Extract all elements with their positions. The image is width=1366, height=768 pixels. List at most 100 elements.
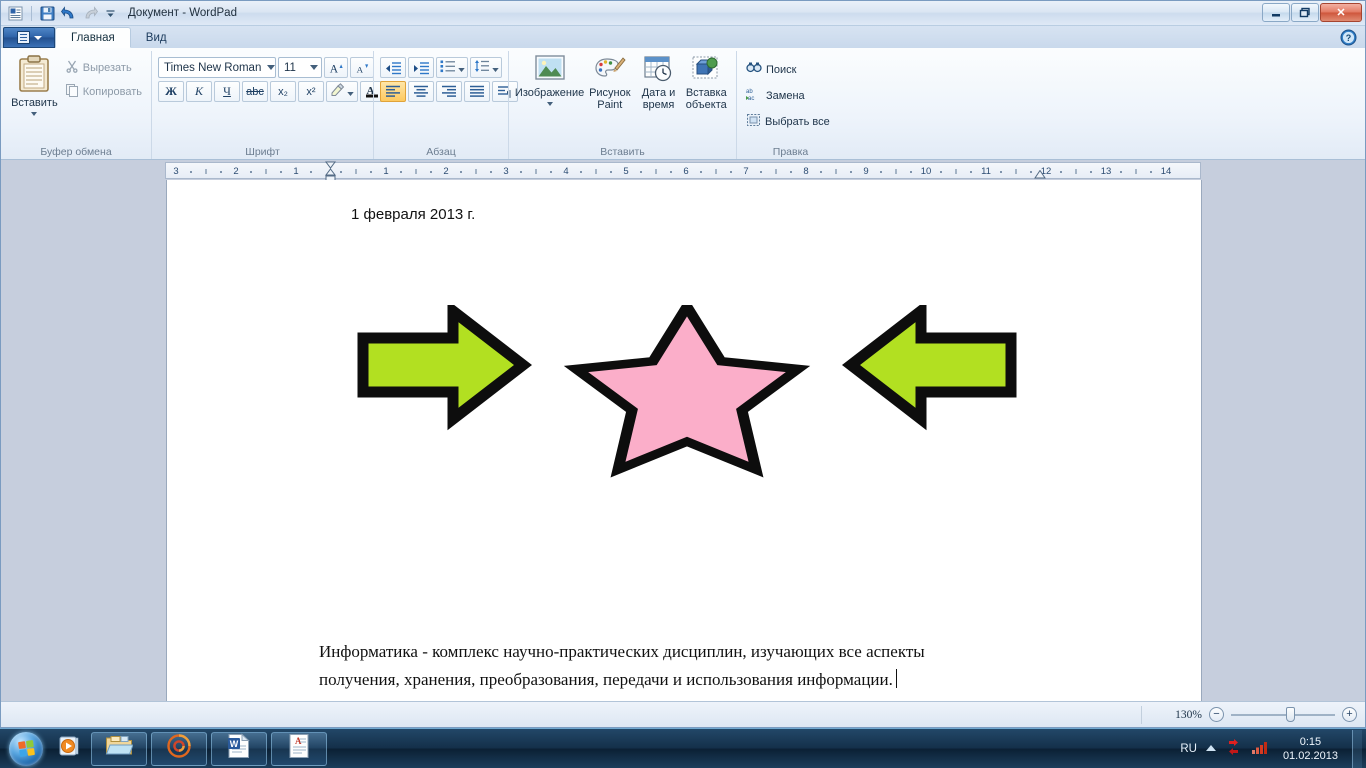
shapes-group[interactable] [357, 296, 1017, 485]
find-label: Поиск [766, 63, 797, 76]
undo-icon[interactable] [60, 5, 77, 22]
picture-icon [534, 55, 566, 86]
zoom-slider-thumb[interactable] [1286, 707, 1295, 722]
cut-button[interactable]: Вырезать [62, 57, 145, 78]
ruler[interactable]: 3 2 1 1 2 3 4 5 6 7 8 9 10 11 12 13 14 [165, 161, 1201, 181]
select-all-button[interactable]: Выбрать все [743, 111, 833, 132]
select-all-label: Выбрать все [765, 115, 830, 128]
find-icon [746, 61, 762, 78]
help-icon[interactable]: ? [1340, 29, 1357, 46]
clock[interactable]: 0:15 01.02.2013 [1277, 735, 1344, 763]
chevron-down-icon[interactable] [307, 65, 321, 70]
wordpad-icon: A [287, 733, 311, 764]
svg-text:A: A [295, 736, 302, 746]
increase-indent-button[interactable] [408, 57, 434, 78]
find-button[interactable]: Поиск [743, 59, 833, 80]
taskbar-browser[interactable] [151, 731, 207, 766]
zoom-slider-track [1231, 714, 1335, 716]
align-right-button[interactable] [436, 81, 462, 102]
chevron-down-icon[interactable] [347, 85, 354, 99]
paint-drawing-icon [594, 55, 626, 86]
ruler-tick-10: 10 [920, 165, 932, 177]
paste-label: Вставить [11, 97, 58, 109]
restore-button[interactable] [1291, 3, 1319, 22]
start-button[interactable] [3, 731, 49, 767]
network-icon[interactable] [1225, 738, 1243, 760]
align-center-button[interactable] [408, 81, 434, 102]
chevron-down-icon[interactable] [266, 65, 275, 70]
tab-home-label: Главная [71, 31, 115, 44]
app-menu-button[interactable] [3, 27, 55, 48]
superscript-button[interactable]: x² [298, 81, 324, 102]
taskbar-wordpad[interactable]: A [271, 731, 327, 766]
taskbar-file-explorer[interactable] [91, 731, 147, 766]
font-size-select[interactable]: 11 [278, 57, 322, 78]
replace-button[interactable]: ab ac Замена [743, 85, 833, 106]
line-spacing-button[interactable] [470, 57, 502, 78]
wordpad-doc-icon[interactable] [7, 5, 24, 22]
chevron-down-icon[interactable] [457, 61, 465, 75]
show-hidden-icons-arrow[interactable] [1205, 740, 1217, 758]
title-bar: Документ - WordPad ✕ [1, 1, 1365, 26]
document-paragraph: Информатика - комплекс научно-практическ… [319, 638, 1009, 694]
wordpad-window: Документ - WordPad ✕ Главная Вид ? Встав… [0, 0, 1366, 728]
tab-home[interactable]: Главная [55, 27, 131, 48]
start-orb-icon [9, 731, 43, 766]
chevron-down-icon[interactable] [491, 61, 499, 75]
insert-object-button[interactable]: Вставка объекта [683, 53, 731, 113]
svg-text:W: W [230, 739, 239, 749]
document-page[interactable]: 1 февраля 2013 г. Информатика - комплекс… [167, 180, 1201, 701]
font-family-select[interactable]: Times New Roman [158, 57, 276, 78]
clock-date: 01.02.2013 [1282, 750, 1338, 762]
insert-picture-button[interactable]: Изображение [515, 53, 584, 108]
italic-button[interactable]: К [186, 81, 212, 102]
left-arrow-shape [841, 299, 1017, 431]
window-title: Документ - WordPad [128, 7, 237, 19]
zoom-in-button[interactable]: + [1342, 707, 1357, 722]
ribbon-group-editing: Поиск ab ac Замена Выбрать все Правка [736, 51, 844, 159]
screen: Документ - WordPad ✕ Главная Вид ? Встав… [0, 0, 1366, 768]
date-time-button[interactable]: Дата и время [636, 53, 682, 113]
chevron-down-icon[interactable] [31, 111, 38, 116]
align-justify-button[interactable] [464, 81, 490, 102]
volume-icon[interactable] [1251, 739, 1269, 760]
strikethrough-button[interactable]: abc [242, 81, 268, 102]
subscript-button[interactable]: x₂ [270, 81, 296, 102]
decrease-indent-button[interactable] [380, 57, 406, 78]
taskbar-word[interactable]: W [211, 731, 267, 766]
date-time-icon [643, 55, 675, 86]
select-all-icon [746, 113, 761, 130]
font-group-label: Шрифт [245, 146, 280, 158]
ruler-tick-14: 14 [1160, 165, 1172, 177]
chevron-down-icon[interactable] [546, 101, 553, 106]
chevron-down-icon [33, 35, 42, 40]
zoom-out-button[interactable]: − [1209, 707, 1224, 722]
window-controls: ✕ [1262, 3, 1362, 22]
save-icon[interactable] [39, 5, 56, 22]
language-indicator[interactable]: RU [1180, 743, 1197, 755]
align-left-button[interactable] [380, 81, 406, 102]
paste-button[interactable]: Вставить [7, 53, 62, 118]
ruler-tick-13: 13 [1100, 165, 1112, 177]
text-highlight-button[interactable] [326, 81, 358, 102]
minimize-button[interactable] [1262, 3, 1290, 22]
media-player-icon [58, 734, 82, 763]
document-paragraph-text: Информатика - комплекс научно-практическ… [319, 642, 925, 689]
bold-button[interactable]: Ж [158, 81, 184, 102]
tab-view[interactable]: Вид [131, 27, 182, 48]
grow-font-button[interactable]: A [324, 57, 348, 78]
zoom-slider[interactable] [1231, 707, 1335, 722]
show-desktop-button[interactable] [1352, 730, 1362, 768]
paint-drawing-button[interactable]: Рисунок Paint [585, 53, 634, 113]
customize-qat-icon[interactable] [102, 5, 119, 22]
bullet-list-button[interactable] [436, 57, 468, 78]
paragraph-group-label: Абзац [426, 146, 456, 158]
taskbar-media-player[interactable] [53, 732, 87, 766]
copy-button[interactable]: Копировать [62, 81, 145, 102]
right-arrow-shape [357, 299, 533, 431]
date-time-label: Дата и время [641, 87, 676, 111]
shrink-font-button[interactable]: A [350, 57, 374, 78]
close-button[interactable]: ✕ [1320, 3, 1362, 22]
copy-label: Копировать [82, 85, 142, 98]
underline-button[interactable]: Ч [214, 81, 240, 102]
